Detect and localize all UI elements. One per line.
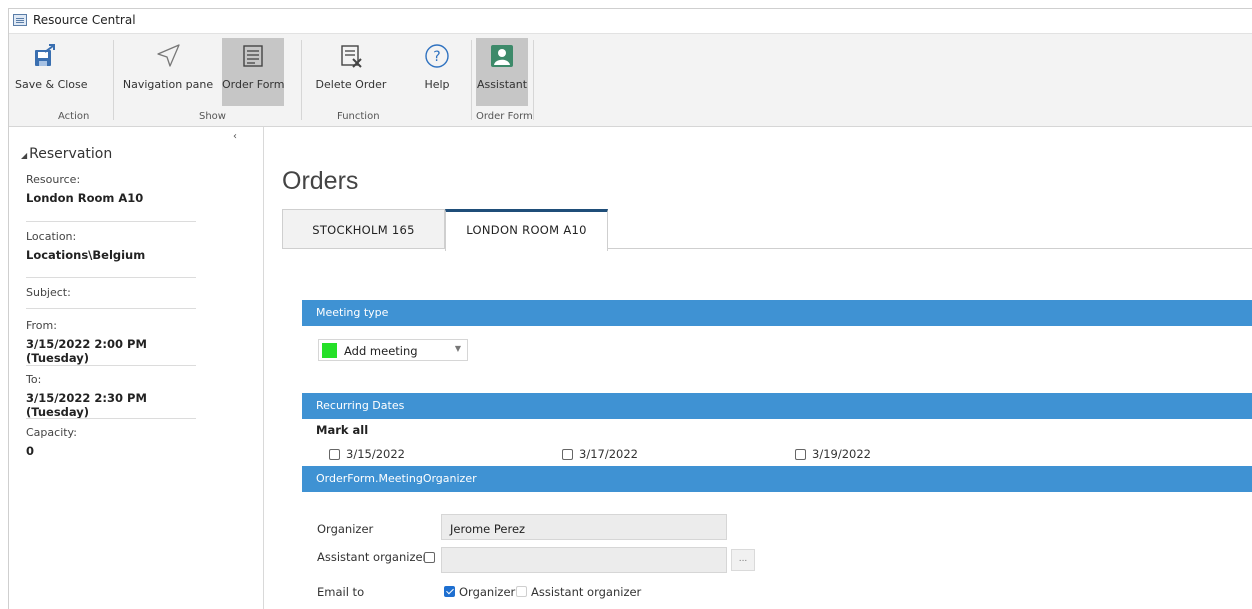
save-close-label: Save & Close <box>15 78 88 91</box>
tab-london-room-a10[interactable]: LONDON ROOM A10 <box>445 209 608 251</box>
date-checkbox-1[interactable] <box>329 449 340 460</box>
field-label: To: <box>26 373 42 386</box>
field-value: London Room A10 <box>26 191 144 205</box>
field-label: Resource: <box>26 173 81 186</box>
divider <box>26 221 196 222</box>
field-label: Location: <box>26 230 77 243</box>
organizer-field[interactable]: Jerome Perez <box>441 514 727 540</box>
collapse-triangle-icon: ◢ <box>21 151 28 160</box>
field-label: Subject: <box>26 286 71 299</box>
field-to: To: 3/15/2022 2:30 PM (Tuesday) <box>26 373 196 419</box>
assistant-organizer-field[interactable] <box>441 547 727 573</box>
reservation-title: Reservation <box>29 146 113 162</box>
app-window: Resource Central Save & Close Navigation… <box>8 8 1252 609</box>
divider <box>26 308 196 309</box>
field-label: From: <box>26 319 57 332</box>
save-close-icon <box>35 44 55 66</box>
tab-stockholm-165[interactable]: STOCKHOLM 165 <box>282 209 445 249</box>
group-function-label: Function <box>337 111 380 122</box>
email-assistant-checkbox[interactable] <box>516 586 527 597</box>
meeting-type-value: Add meeting <box>344 344 418 358</box>
divider <box>26 418 196 419</box>
date-checkbox-2[interactable] <box>562 449 573 460</box>
meeting-color-swatch <box>322 343 337 358</box>
assistant-button[interactable]: Assistant <box>476 38 528 106</box>
browse-button[interactable]: ... <box>731 549 755 571</box>
delete-order-button[interactable]: Delete Order <box>313 38 389 106</box>
assistant-organizer-label: Assistant organizer <box>317 550 428 564</box>
field-capacity: Capacity: 0 <box>26 426 196 458</box>
divider <box>26 365 196 366</box>
email-organizer-checkbox[interactable] <box>444 586 455 597</box>
help-button[interactable]: ? Help <box>413 38 461 106</box>
field-resource: Resource: London Room A10 <box>26 173 196 222</box>
ribbon-separator <box>113 40 114 120</box>
assistant-label: Assistant <box>476 78 528 91</box>
group-show-label: Show <box>199 111 226 122</box>
field-value: 3/15/2022 2:00 PM (Tuesday) <box>26 337 147 365</box>
field-value: 3/15/2022 2:30 PM (Tuesday) <box>26 391 147 419</box>
field-value: Locations\Belgium <box>26 248 146 262</box>
divider <box>26 277 196 278</box>
recurring-dates-header: Recurring Dates <box>302 393 1252 419</box>
date-label-3: 3/19/2022 <box>812 447 871 461</box>
title-bar: Resource Central <box>9 9 1252 34</box>
field-label: Capacity: <box>26 426 77 439</box>
window-title: Resource Central <box>33 13 136 27</box>
meeting-type-dropdown[interactable]: Add meeting ▼ <box>318 339 468 361</box>
field-location: Location: Locations\Belgium <box>26 230 196 278</box>
meeting-organizer-header: OrderForm.MeetingOrganizer <box>302 466 1252 492</box>
ribbon-separator <box>301 40 302 120</box>
page-title: Orders <box>282 167 359 195</box>
field-subject: Subject: <box>26 286 196 309</box>
navigation-pane-button[interactable]: Navigation pane <box>122 38 214 106</box>
help-label: Help <box>424 78 450 91</box>
reservation-section-header[interactable]: ◢ Reservation <box>21 146 112 162</box>
email-to-label: Email to <box>317 585 365 599</box>
chevron-down-icon: ▼ <box>454 344 461 353</box>
navigation-arrow-icon <box>157 44 180 67</box>
tab-baseline <box>608 248 1252 249</box>
date-checkbox-3[interactable] <box>795 449 806 460</box>
assistant-icon <box>491 45 513 67</box>
delete-order-icon <box>341 45 362 68</box>
collapse-pane-icon[interactable]: ‹ <box>233 131 237 142</box>
order-form-button[interactable]: Order Form <box>222 38 284 106</box>
order-form-label: Order Form <box>222 78 285 91</box>
group-action-label: Action <box>58 111 90 122</box>
organizer-label: Organizer <box>317 522 374 536</box>
orders-panel: Orders STOCKHOLM 165 LONDON ROOM A10 Mee… <box>264 127 1252 609</box>
email-assistant-label: Assistant organizer <box>531 585 642 599</box>
delete-order-label: Delete Order <box>315 78 387 91</box>
field-value: 0 <box>26 444 35 458</box>
assistant-organizer-checkbox[interactable] <box>424 552 435 563</box>
email-organizer-label: Organizer <box>459 585 516 599</box>
save-close-button[interactable]: Save & Close <box>15 38 88 106</box>
date-label-2: 3/17/2022 <box>579 447 638 461</box>
date-label-1: 3/15/2022 <box>346 447 405 461</box>
ribbon-separator <box>471 40 472 120</box>
ribbon: Save & Close Navigation pane Order Form … <box>9 34 1252 127</box>
field-from: From: 3/15/2022 2:00 PM (Tuesday) <box>26 319 196 366</box>
order-form-icon <box>243 45 263 67</box>
ribbon-separator <box>533 40 534 120</box>
help-icon: ? <box>425 44 449 68</box>
navigation-pane-label: Navigation pane <box>122 78 214 91</box>
navigation-pane: ‹ ◢ Reservation Resource: London Room A10… <box>9 127 264 609</box>
svg-text:?: ? <box>433 49 440 65</box>
app-icon <box>13 14 27 26</box>
meeting-type-header: Meeting type <box>302 300 1252 326</box>
group-order-form-label: Order Form <box>476 111 533 122</box>
mark-all-link[interactable]: Mark all <box>316 423 368 437</box>
